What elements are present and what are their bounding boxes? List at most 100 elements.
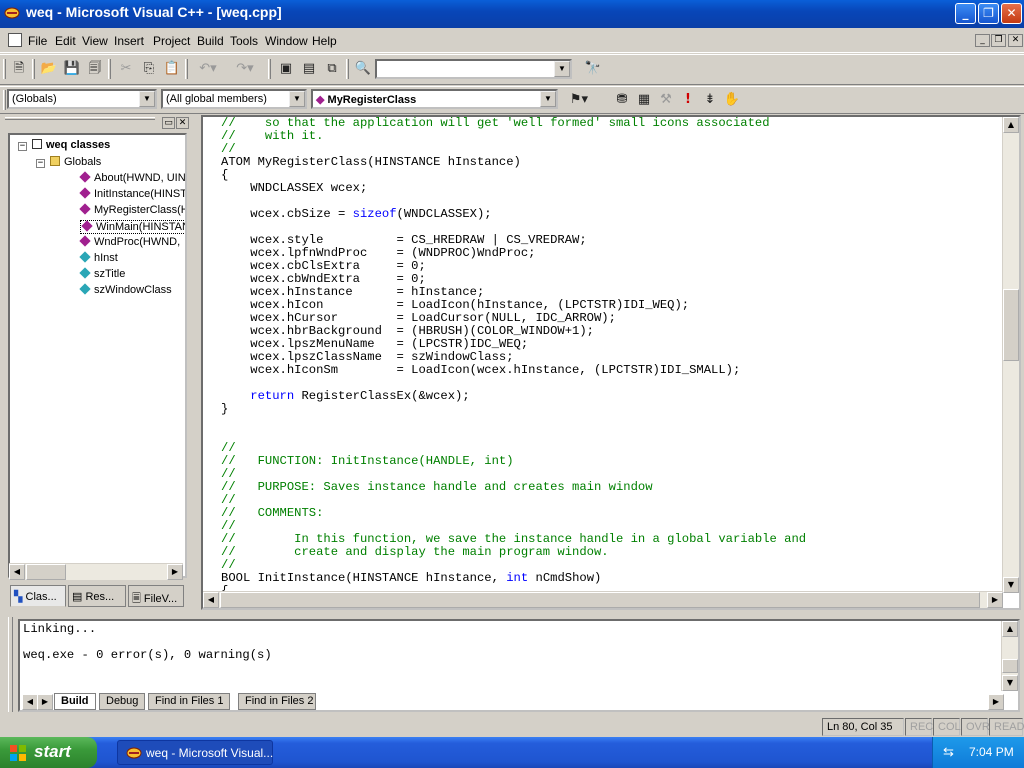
output-window-icon[interactable]: ▤ [299, 59, 319, 79]
class-combo[interactable]: (Globals) ▼ [7, 89, 157, 109]
find-in-files-icon[interactable]: 🔍 [353, 59, 373, 79]
panel-restore-button[interactable]: ▭ [162, 117, 175, 129]
members-combo[interactable]: ◆ MyRegisterClass ▼ [311, 89, 558, 109]
search-binoculars-icon[interactable]: 🔭 [583, 59, 603, 79]
tree-globals-folder[interactable]: Globals [50, 156, 101, 168]
code-line[interactable]: return RegisterClassEx(&wcex); [221, 390, 806, 403]
code-line[interactable]: // with it. [221, 130, 806, 143]
tab-debug[interactable]: Debug [99, 693, 146, 710]
tree-item[interactable]: szWindowClass [79, 283, 172, 296]
visual-cpp-app-icon[interactable] [4, 6, 20, 20]
code-line[interactable]: WNDCLASSEX wcex; [221, 182, 806, 195]
output-grip[interactable] [8, 617, 13, 712]
workspace-hscrollbar[interactable]: ◀ ▶ [9, 563, 183, 580]
mdi-restore-button[interactable]: ❐ [991, 34, 1006, 47]
tree-item[interactable]: About(HWND, UIN [79, 171, 185, 184]
scroll-thumb[interactable] [1003, 289, 1019, 361]
tab-scroll-left-icon[interactable]: ◀ [22, 694, 38, 710]
clock[interactable]: 7:04 PM [969, 745, 1014, 759]
tab-find-in-files-1[interactable]: Find in Files 1 [148, 693, 231, 710]
tree-item[interactable]: InitInstance(HINST [79, 187, 185, 200]
toolbar-grip[interactable] [3, 90, 6, 110]
code-line[interactable]: // PURPOSE: Saves instance handle and cr… [221, 481, 806, 494]
tab-resource-view[interactable]: ▤ Res... [68, 585, 126, 607]
code-line[interactable] [221, 429, 806, 442]
menu-edit[interactable]: Edit [55, 34, 76, 48]
chevron-down-icon[interactable]: ▼ [540, 91, 556, 107]
filter-combo[interactable]: (All global members) ▼ [161, 89, 307, 109]
workspace-window-icon[interactable]: ▣ [276, 59, 296, 79]
scroll-left-icon[interactable]: ◀ [203, 592, 219, 608]
code-editor[interactable]: // so that the application will get 'wel… [201, 115, 1021, 610]
scroll-thumb[interactable] [26, 564, 66, 580]
minimize-button[interactable]: _ [955, 3, 976, 24]
title-bar[interactable]: weq - Microsoft Visual C++ - [weq.cpp] _… [0, 0, 1024, 28]
maximize-button[interactable]: ❐ [978, 3, 999, 24]
tab-find-in-files-2[interactable]: Find in Files 2 [238, 693, 316, 710]
code-line[interactable]: ATOM MyRegisterClass(HINSTANCE hInstance… [221, 156, 806, 169]
window-list-icon[interactable]: ⧉ [322, 59, 342, 79]
chevron-down-icon[interactable]: ▼ [554, 61, 570, 77]
stop-build-icon[interactable]: ⚒ [656, 90, 676, 110]
tab-file-view[interactable]: 🗏 FileV... [128, 585, 184, 607]
tab-class-view[interactable]: ▚ Clas... [10, 585, 66, 607]
toolbar-grip[interactable] [3, 59, 6, 79]
editor-vscrollbar[interactable]: ▲ ▼ [1002, 117, 1019, 593]
menu-view[interactable]: View [82, 34, 108, 48]
hand-icon[interactable]: ✋ [722, 90, 742, 110]
tab-scroll-right-icon[interactable]: ▶ [37, 694, 53, 710]
document-icon[interactable] [8, 33, 22, 47]
start-button[interactable]: start [0, 737, 97, 768]
tab-build[interactable]: Build [54, 693, 96, 710]
paste-icon[interactable]: 📋 [162, 59, 182, 79]
menu-help[interactable]: Help [312, 34, 337, 48]
tree-item[interactable]: szTitle [79, 267, 125, 280]
scroll-thumb[interactable] [1002, 659, 1018, 673]
scroll-right-icon[interactable]: ▶ [987, 592, 1003, 608]
tree-item[interactable]: WndProc(HWND, [79, 235, 180, 248]
tree-item[interactable]: hInst [79, 251, 118, 264]
code-text[interactable]: // so that the application will get 'wel… [221, 117, 806, 608]
wizard-action-icon[interactable]: ⛃ [612, 90, 632, 110]
taskbar-item-visual-cpp[interactable]: weq - Microsoft Visual... [117, 740, 273, 765]
go-icon[interactable]: ⇟ [700, 90, 720, 110]
scroll-down-icon[interactable]: ▼ [1003, 577, 1019, 593]
menu-tools[interactable]: Tools [230, 34, 258, 48]
new-text-file-icon[interactable]: 🗎 [9, 59, 29, 79]
redo-icon[interactable]: ↷▾ [230, 59, 260, 79]
compile-icon[interactable]: ▦ [634, 90, 654, 110]
tree-item[interactable]: MyRegisterClass(H [79, 203, 185, 216]
open-folder-icon[interactable]: 📂 [39, 59, 59, 79]
code-line[interactable]: // COMMENTS: [221, 507, 806, 520]
find-combo-box[interactable]: ▼ [375, 59, 572, 79]
code-line[interactable] [221, 416, 806, 429]
scroll-thumb[interactable] [220, 592, 980, 608]
panel-close-button[interactable]: ✕ [176, 117, 189, 129]
code-line[interactable]: } [221, 403, 806, 416]
menu-project[interactable]: Project [153, 34, 190, 48]
tree-item[interactable]: WinMain(HINSTAN [80, 220, 185, 234]
menu-insert[interactable]: Insert [114, 34, 144, 48]
code-line[interactable]: wcex.cbSize = sizeof(WNDCLASSEX); [221, 208, 806, 221]
panel-grip[interactable] [5, 117, 155, 120]
mdi-close-button[interactable]: ✕ [1008, 34, 1023, 47]
tree-root[interactable]: weq classes [32, 139, 110, 151]
scroll-up-icon[interactable]: ▲ [1003, 117, 1019, 133]
menu-build[interactable]: Build [197, 34, 224, 48]
code-line[interactable]: BOOL InitInstance(HINSTANCE hInstance, i… [221, 572, 806, 585]
copy-icon[interactable]: ⎘ [139, 59, 159, 79]
chevron-down-icon[interactable]: ▼ [139, 91, 155, 107]
build-execute-icon[interactable]: ! [678, 90, 698, 110]
wizard-actions-dropdown-icon[interactable]: ⚑▾ [562, 90, 596, 110]
mdi-minimize-button[interactable]: _ [975, 34, 990, 47]
scroll-right-icon[interactable]: ▶ [988, 694, 1004, 710]
undo-icon[interactable]: ↶▾ [193, 59, 223, 79]
close-button[interactable]: ✕ [1001, 3, 1022, 24]
editor-hscrollbar[interactable]: ◀ ▶ [203, 591, 1003, 608]
code-line[interactable]: // create and display the main program w… [221, 546, 806, 559]
save-icon[interactable]: 💾 [62, 59, 82, 79]
chevron-down-icon[interactable]: ▼ [289, 91, 305, 107]
menu-file[interactable]: File [28, 34, 47, 48]
save-all-icon[interactable]: 🗐 [85, 59, 105, 79]
code-line[interactable]: // FUNCTION: InitInstance(HANDLE, int) [221, 455, 806, 468]
